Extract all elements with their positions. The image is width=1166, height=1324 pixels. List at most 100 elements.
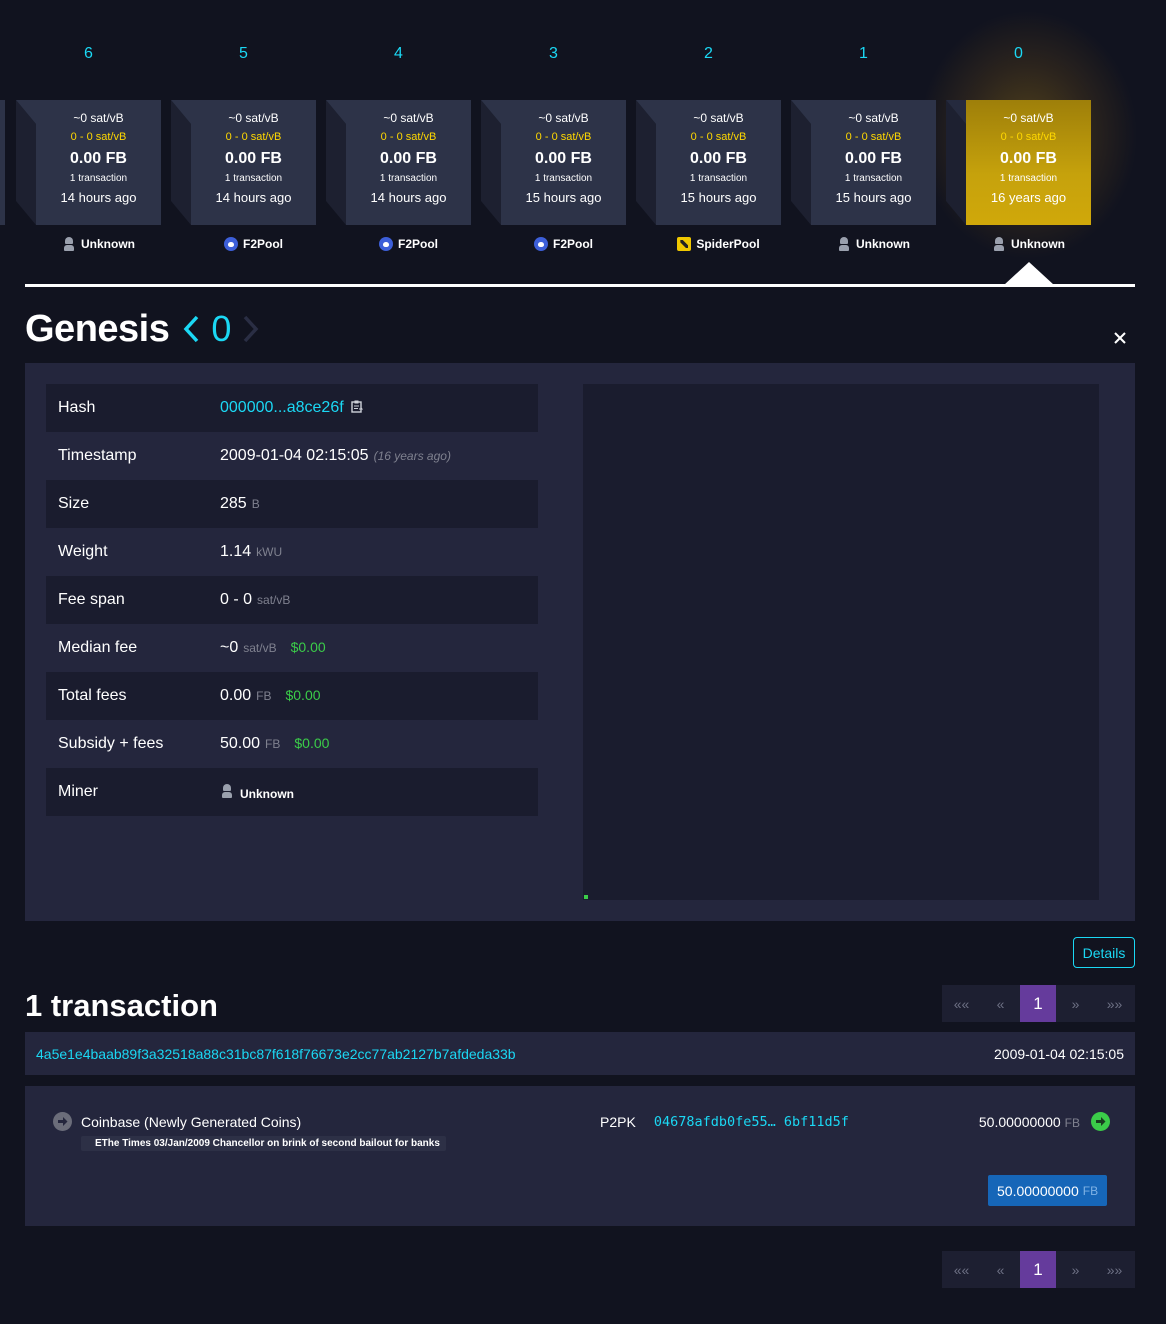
block-3[interactable]: 3 ~0 sat/vB 0 - 0 sat/vB 0.00 FB 1 trans…: [481, 40, 626, 265]
block-face[interactable]: ~0 sat/vB 0 - 0 sat/vB 0.00 FB 1 transac…: [191, 100, 316, 225]
pagination-bottom: «« « 1 » »»: [942, 1251, 1135, 1288]
block-height[interactable]: 0: [946, 45, 1091, 63]
details-button[interactable]: Details: [1073, 937, 1135, 968]
chevron-right-icon[interactable]: [243, 315, 259, 343]
block-miner[interactable]: Unknown: [811, 237, 936, 251]
block-median-fee: ~0 sat/vB: [383, 111, 434, 125]
first-page-button[interactable]: ««: [942, 1251, 981, 1288]
block-height[interactable]: 6: [16, 45, 161, 63]
block-tx-count: 1 transaction: [69, 173, 128, 184]
hash-link[interactable]: 000000...a8ce26f: [220, 399, 344, 417]
block-total-fees: 0.00 FB: [535, 150, 592, 167]
block-partial[interactable]: [0, 40, 5, 265]
miner-label: Miner: [58, 783, 99, 800]
block-miner[interactable]: F2Pool: [346, 237, 471, 251]
block-fee-span: 0 - 0 sat/vB: [690, 131, 747, 143]
block-details-table: Hash 000000...a8ce26f Timestamp 2009-01-…: [46, 384, 538, 816]
timestamp-ago: (16 years ago): [373, 449, 451, 463]
block-4[interactable]: 4 ~0 sat/vB 0 - 0 sat/vB 0.00 FB 1 trans…: [326, 40, 471, 265]
block-height[interactable]: 4: [326, 45, 471, 63]
block-time: 16 years ago: [990, 190, 1067, 205]
block-face[interactable]: ~0 sat/vB 0 - 0 sat/vB 0.00 FB 1 transac…: [346, 100, 471, 225]
tx-total-badge: 50.00000000 FB: [988, 1175, 1108, 1206]
transaction-square[interactable]: [584, 895, 588, 899]
block-median-fee: ~0 sat/vB: [848, 111, 899, 125]
median-fee-usd: $0.00: [290, 639, 326, 655]
chevron-left-icon[interactable]: [183, 315, 199, 343]
timestamp-label: Timestamp: [58, 447, 137, 464]
block-height[interactable]: 3: [481, 45, 626, 63]
block-0-selected[interactable]: 0 ~0 sat/vB 0 - 0 sat/vB 0.00 FB 1 trans…: [946, 40, 1091, 265]
block-tx-count: 1 transaction: [689, 173, 748, 184]
input-arrow-icon[interactable]: [53, 1112, 72, 1131]
unknown-miner-icon: [62, 237, 76, 251]
close-icon[interactable]: [1112, 330, 1128, 346]
block-miner-name: F2Pool: [242, 237, 283, 251]
coinbase-message: EThe Times 03/Jan/2009 Chancellor on bri…: [81, 1136, 446, 1151]
first-page-button[interactable]: ««: [942, 985, 981, 1022]
block-fee-span: 0 - 0 sat/vB: [1000, 131, 1057, 143]
output-amount-unit: FB: [1064, 1116, 1080, 1130]
block-transactions-visualization[interactable]: [583, 384, 1099, 900]
transaction-body: Coinbase (Newly Generated Coins) EThe Ti…: [25, 1086, 1135, 1226]
block-miner[interactable]: Unknown: [966, 237, 1091, 251]
block-miner[interactable]: Unknown: [36, 237, 161, 251]
block-median-fee: ~0 sat/vB: [228, 111, 279, 125]
row-weight: Weight 1.14 kWU: [46, 528, 538, 576]
clipboard-icon[interactable]: [350, 400, 363, 413]
output-arrow-icon[interactable]: [1091, 1112, 1110, 1131]
block-miner[interactable]: F2Pool: [191, 237, 316, 251]
block-height[interactable]: 1: [791, 45, 936, 63]
last-page-button[interactable]: »»: [1095, 1251, 1134, 1288]
block-face[interactable]: ~0 sat/vB 0 - 0 sat/vB 0.00 FB 1 transac…: [966, 100, 1091, 225]
row-median-fee: Median fee ~0 sat/vB $0.00: [46, 624, 538, 672]
block-face[interactable]: ~0 sat/vB 0 - 0 sat/vB 0.00 FB 1 transac…: [501, 100, 626, 225]
page-1-button[interactable]: 1: [1020, 985, 1056, 1022]
hash-value[interactable]: 000000...a8ce26f: [220, 399, 363, 417]
block-face[interactable]: ~0 sat/vB 0 - 0 sat/vB 0.00 FB 1 transac…: [656, 100, 781, 225]
next-page-button[interactable]: »: [1056, 1251, 1095, 1288]
coinbase-label: Coinbase (Newly Generated Coins): [81, 1113, 302, 1130]
selected-block-arrow: [1004, 262, 1054, 285]
output-amount: 50.00000000 FB: [979, 1114, 1080, 1130]
tx-time: 2009-01-04 02:15:05: [994, 1045, 1124, 1062]
fee-span-value: 0 - 0: [220, 591, 253, 608]
block-2[interactable]: 2 ~0 sat/vB 0 - 0 sat/vB 0.00 FB 1 trans…: [636, 40, 781, 265]
fee-span-unit: sat/vB: [257, 593, 291, 607]
block-face[interactable]: ~0 sat/vB 0 - 0 sat/vB 0.00 FB 1 transac…: [36, 100, 161, 225]
tx-total-value: 50.00000000: [997, 1182, 1079, 1199]
output-address-link[interactable]: 04678afdb0fe55… 6bf11d5f: [654, 1114, 849, 1130]
output-amount-value: 50.00000000: [978, 1114, 1061, 1130]
prev-page-button[interactable]: «: [981, 985, 1020, 1022]
block-miner[interactable]: SpiderPool: [656, 237, 781, 251]
block-fee-span: 0 - 0 sat/vB: [535, 131, 592, 143]
output-script-type: P2PK: [600, 1114, 636, 1130]
prev-page-button[interactable]: «: [981, 1251, 1020, 1288]
miner-value[interactable]: Unknown: [220, 783, 294, 801]
next-page-button[interactable]: »: [1056, 985, 1095, 1022]
block-6[interactable]: 6 ~0 sat/vB 0 - 0 sat/vB 0.00 FB 1 trans…: [16, 40, 161, 265]
block-1[interactable]: 1 ~0 sat/vB 0 - 0 sat/vB 0.00 FB 1 trans…: [791, 40, 936, 265]
block-total-fees: 0.00 FB: [225, 150, 282, 167]
median-fee-label: Median fee: [58, 639, 138, 656]
miner-name: Unknown: [240, 786, 294, 801]
size-unit: B: [251, 497, 260, 511]
transactions-heading: 1 transaction: [25, 988, 218, 1023]
subsidy-fees-usd: $0.00: [294, 735, 330, 751]
block-fee-span: 0 - 0 sat/vB: [380, 131, 437, 143]
block-height[interactable]: 2: [636, 45, 781, 63]
block-total-fees: 0.00 FB: [380, 150, 437, 167]
block-miner-name: F2Pool: [397, 237, 438, 251]
row-subsidy-fees: Subsidy + fees 50.00 FB $0.00: [46, 720, 538, 768]
block-5[interactable]: 5 ~0 sat/vB 0 - 0 sat/vB 0.00 FB 1 trans…: [171, 40, 316, 265]
block-fee-span: 0 - 0 sat/vB: [845, 131, 902, 143]
block-face[interactable]: ~0 sat/vB 0 - 0 sat/vB 0.00 FB 1 transac…: [811, 100, 936, 225]
page-1-button[interactable]: 1: [1020, 1251, 1056, 1288]
block-miner[interactable]: F2Pool: [501, 237, 626, 251]
block-height[interactable]: 5: [171, 45, 316, 63]
block-median-fee: ~0 sat/vB: [538, 111, 589, 125]
page-title: Genesis: [25, 307, 170, 350]
last-page-button[interactable]: »»: [1095, 985, 1134, 1022]
txid-link[interactable]: 4a5e1e4baab89f3a32518a88c31bc87f618f7667…: [36, 1046, 516, 1062]
block-fee-span: 0 - 0 sat/vB: [225, 131, 282, 143]
